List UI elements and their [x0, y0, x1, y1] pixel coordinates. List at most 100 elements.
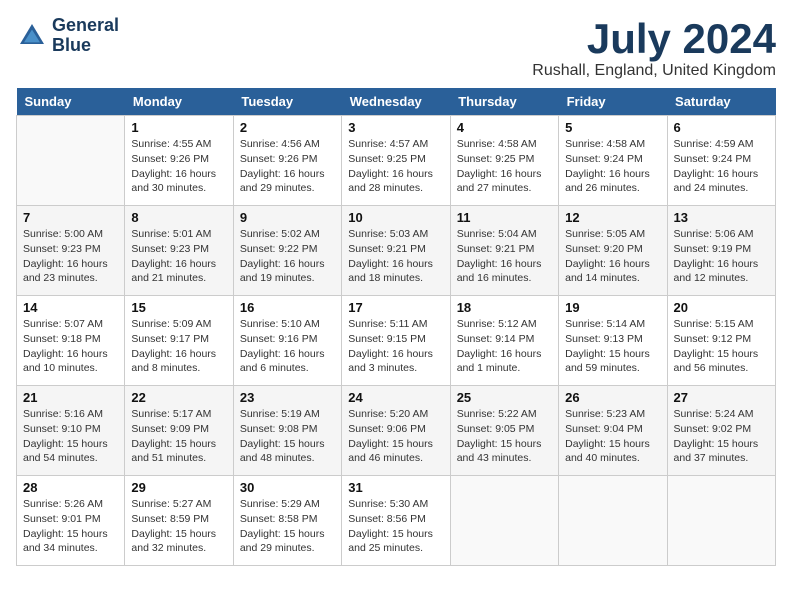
- calendar-cell: 22 Sunrise: 5:17 AM Sunset: 9:09 PM Dayli…: [125, 386, 233, 476]
- calendar-cell: 4 Sunrise: 4:58 AM Sunset: 9:25 PM Daylig…: [450, 116, 558, 206]
- day-info: Sunrise: 5:17 AM Sunset: 9:09 PM Dayligh…: [131, 407, 226, 466]
- calendar-cell: 7 Sunrise: 5:00 AM Sunset: 9:23 PM Daylig…: [17, 206, 125, 296]
- month-title: July 2024: [532, 16, 776, 62]
- day-info: Sunrise: 5:29 AM Sunset: 8:58 PM Dayligh…: [240, 497, 335, 556]
- day-info: Sunrise: 5:14 AM Sunset: 9:13 PM Dayligh…: [565, 317, 660, 376]
- day-header-tuesday: Tuesday: [233, 88, 341, 116]
- logo-icon: [16, 20, 48, 52]
- calendar-cell: 2 Sunrise: 4:56 AM Sunset: 9:26 PM Daylig…: [233, 116, 341, 206]
- day-number: 16: [240, 300, 335, 315]
- calendar-cell: 28Sunrise: 5:26 AM Sunset: 9:01 PM Dayli…: [17, 476, 125, 566]
- calendar-table: SundayMondayTuesdayWednesdayThursdayFrid…: [16, 88, 776, 566]
- day-number: 4: [457, 120, 552, 135]
- calendar-cell: 10Sunrise: 5:03 AM Sunset: 9:21 PM Dayli…: [342, 206, 450, 296]
- day-info: Sunrise: 5:01 AM Sunset: 9:23 PM Dayligh…: [131, 227, 226, 286]
- day-number: 25: [457, 390, 552, 405]
- calendar-cell: [559, 476, 667, 566]
- day-number: 5: [565, 120, 660, 135]
- day-number: 26: [565, 390, 660, 405]
- calendar-cell: 21 Sunrise: 5:16 AM Sunset: 9:10 PM Dayli…: [17, 386, 125, 476]
- calendar-cell: 8 Sunrise: 5:01 AM Sunset: 9:23 PM Daylig…: [125, 206, 233, 296]
- day-number: 18: [457, 300, 552, 315]
- day-info: Sunrise: 4:58 AM Sunset: 9:24 PM Dayligh…: [565, 137, 660, 196]
- calendar-cell: 17 Sunrise: 5:11 AM Sunset: 9:15 PM Dayli…: [342, 296, 450, 386]
- day-number: 19: [565, 300, 660, 315]
- calendar-week-3: 14Sunrise: 5:07 AM Sunset: 9:18 PM Dayli…: [17, 296, 776, 386]
- day-header-friday: Friday: [559, 88, 667, 116]
- day-info: Sunrise: 5:03 AM Sunset: 9:21 PM Dayligh…: [348, 227, 443, 286]
- day-info: Sunrise: 5:22 AM Sunset: 9:05 PM Dayligh…: [457, 407, 552, 466]
- day-info: Sunrise: 5:24 AM Sunset: 9:02 PM Dayligh…: [674, 407, 769, 466]
- day-number: 7: [23, 210, 118, 225]
- day-header-saturday: Saturday: [667, 88, 775, 116]
- calendar-cell: 19 Sunrise: 5:14 AM Sunset: 9:13 PM Dayli…: [559, 296, 667, 386]
- day-number: 6: [674, 120, 769, 135]
- day-info: Sunrise: 5:19 AM Sunset: 9:08 PM Dayligh…: [240, 407, 335, 466]
- page-header: General Blue July 2024 Rushall, England,…: [16, 16, 776, 80]
- calendar-cell: 12 Sunrise: 5:05 AM Sunset: 9:20 PM Dayli…: [559, 206, 667, 296]
- day-info: Sunrise: 5:02 AM Sunset: 9:22 PM Dayligh…: [240, 227, 335, 286]
- calendar-cell: 11 Sunrise: 5:04 AM Sunset: 9:21 PM Dayli…: [450, 206, 558, 296]
- day-number: 12: [565, 210, 660, 225]
- calendar-cell: [450, 476, 558, 566]
- day-info: Sunrise: 4:58 AM Sunset: 9:25 PM Dayligh…: [457, 137, 552, 196]
- day-number: 2: [240, 120, 335, 135]
- day-info: Sunrise: 5:10 AM Sunset: 9:16 PM Dayligh…: [240, 317, 335, 376]
- calendar-cell: 15 Sunrise: 5:09 AM Sunset: 9:17 PM Dayli…: [125, 296, 233, 386]
- logo: General Blue: [16, 16, 119, 56]
- calendar-week-2: 7 Sunrise: 5:00 AM Sunset: 9:23 PM Daylig…: [17, 206, 776, 296]
- calendar-cell: 5 Sunrise: 4:58 AM Sunset: 9:24 PM Daylig…: [559, 116, 667, 206]
- day-number: 21: [23, 390, 118, 405]
- day-number: 17: [348, 300, 443, 315]
- day-info: Sunrise: 5:30 AM Sunset: 8:56 PM Dayligh…: [348, 497, 443, 556]
- day-number: 9: [240, 210, 335, 225]
- day-info: Sunrise: 5:20 AM Sunset: 9:06 PM Dayligh…: [348, 407, 443, 466]
- title-area: July 2024 Rushall, England, United Kingd…: [532, 16, 776, 80]
- day-info: Sunrise: 5:26 AM Sunset: 9:01 PM Dayligh…: [23, 497, 118, 556]
- calendar-cell: 3 Sunrise: 4:57 AM Sunset: 9:25 PM Daylig…: [342, 116, 450, 206]
- calendar-cell: 13 Sunrise: 5:06 AM Sunset: 9:19 PM Dayli…: [667, 206, 775, 296]
- day-number: 31: [348, 480, 443, 495]
- calendar-cell: 31 Sunrise: 5:30 AM Sunset: 8:56 PM Dayli…: [342, 476, 450, 566]
- day-info: Sunrise: 5:07 AM Sunset: 9:18 PM Dayligh…: [23, 317, 118, 376]
- calendar-cell: 1Sunrise: 4:55 AM Sunset: 9:26 PM Daylig…: [125, 116, 233, 206]
- day-header-sunday: Sunday: [17, 88, 125, 116]
- day-info: Sunrise: 5:09 AM Sunset: 9:17 PM Dayligh…: [131, 317, 226, 376]
- calendar-cell: 27Sunrise: 5:24 AM Sunset: 9:02 PM Dayli…: [667, 386, 775, 476]
- day-info: Sunrise: 4:56 AM Sunset: 9:26 PM Dayligh…: [240, 137, 335, 196]
- calendar-header-row: SundayMondayTuesdayWednesdayThursdayFrid…: [17, 88, 776, 116]
- day-info: Sunrise: 5:04 AM Sunset: 9:21 PM Dayligh…: [457, 227, 552, 286]
- day-number: 3: [348, 120, 443, 135]
- day-number: 22: [131, 390, 226, 405]
- calendar-cell: 6 Sunrise: 4:59 AM Sunset: 9:24 PM Daylig…: [667, 116, 775, 206]
- day-info: Sunrise: 5:05 AM Sunset: 9:20 PM Dayligh…: [565, 227, 660, 286]
- day-info: Sunrise: 4:59 AM Sunset: 9:24 PM Dayligh…: [674, 137, 769, 196]
- logo-text: General Blue: [52, 16, 119, 56]
- calendar-cell: [17, 116, 125, 206]
- calendar-cell: 26 Sunrise: 5:23 AM Sunset: 9:04 PM Dayli…: [559, 386, 667, 476]
- day-info: Sunrise: 5:27 AM Sunset: 8:59 PM Dayligh…: [131, 497, 226, 556]
- day-info: Sunrise: 5:16 AM Sunset: 9:10 PM Dayligh…: [23, 407, 118, 466]
- day-info: Sunrise: 4:55 AM Sunset: 9:26 PM Dayligh…: [131, 137, 226, 196]
- day-header-monday: Monday: [125, 88, 233, 116]
- day-number: 11: [457, 210, 552, 225]
- day-number: 8: [131, 210, 226, 225]
- day-number: 29: [131, 480, 226, 495]
- day-info: Sunrise: 5:06 AM Sunset: 9:19 PM Dayligh…: [674, 227, 769, 286]
- day-number: 30: [240, 480, 335, 495]
- day-number: 15: [131, 300, 226, 315]
- day-number: 13: [674, 210, 769, 225]
- calendar-cell: 24Sunrise: 5:20 AM Sunset: 9:06 PM Dayli…: [342, 386, 450, 476]
- day-number: 20: [674, 300, 769, 315]
- day-info: Sunrise: 4:57 AM Sunset: 9:25 PM Dayligh…: [348, 137, 443, 196]
- calendar-cell: 23Sunrise: 5:19 AM Sunset: 9:08 PM Dayli…: [233, 386, 341, 476]
- day-info: Sunrise: 5:12 AM Sunset: 9:14 PM Dayligh…: [457, 317, 552, 376]
- day-header-wednesday: Wednesday: [342, 88, 450, 116]
- calendar-cell: 20 Sunrise: 5:15 AM Sunset: 9:12 PM Dayli…: [667, 296, 775, 386]
- calendar-cell: [667, 476, 775, 566]
- day-info: Sunrise: 5:00 AM Sunset: 9:23 PM Dayligh…: [23, 227, 118, 286]
- day-info: Sunrise: 5:15 AM Sunset: 9:12 PM Dayligh…: [674, 317, 769, 376]
- day-info: Sunrise: 5:11 AM Sunset: 9:15 PM Dayligh…: [348, 317, 443, 376]
- calendar-week-5: 28Sunrise: 5:26 AM Sunset: 9:01 PM Dayli…: [17, 476, 776, 566]
- day-info: Sunrise: 5:23 AM Sunset: 9:04 PM Dayligh…: [565, 407, 660, 466]
